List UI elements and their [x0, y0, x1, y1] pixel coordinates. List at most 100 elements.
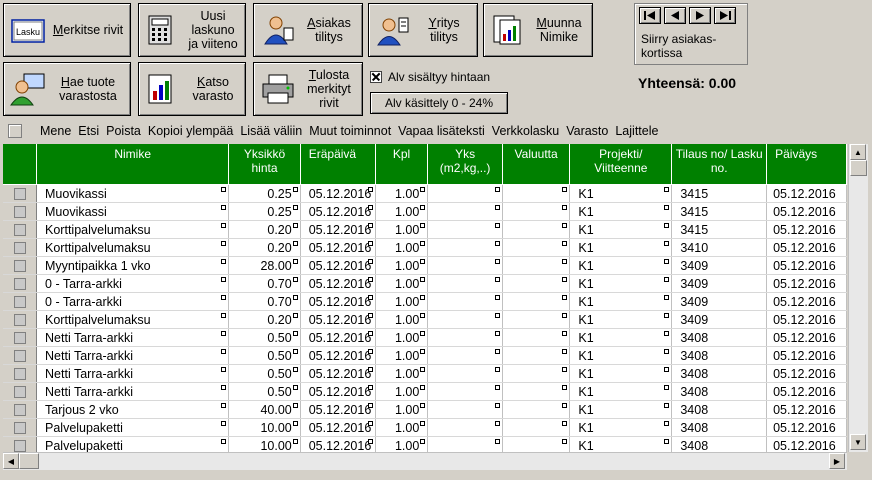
cell-unit[interactable]	[427, 310, 503, 329]
cell-quantity[interactable]: 1.00	[375, 202, 429, 221]
alv-handling-button[interactable]: Alv käsittely 0 - 24%	[370, 92, 508, 114]
cell-project[interactable]: K1	[569, 436, 673, 452]
scroll-right-button[interactable]: ▶	[829, 453, 845, 469]
table-row[interactable]: Myyntipaikka 1 vko 28.00 05.12.2016 1.00 K1 3…	[3, 256, 847, 275]
fetch-product-button[interactable]: Hae tuote varastosta	[3, 62, 131, 116]
cell-unit-price[interactable]: 0.25	[228, 184, 301, 203]
cell-date[interactable]: 05.12.2016	[766, 220, 847, 239]
row-selector[interactable]	[3, 328, 38, 347]
cell-date[interactable]: 05.12.2016	[766, 436, 847, 452]
row-select-box[interactable]	[13, 422, 26, 435]
cell-currency[interactable]	[502, 400, 571, 419]
cell-item[interactable]: Myyntipaikka 1 vko	[36, 256, 230, 275]
cell-date[interactable]: 05.12.2016	[766, 310, 847, 329]
horizontal-scrollbar[interactable]: ◀ ▶	[3, 452, 847, 470]
cell-unit[interactable]	[427, 292, 503, 311]
cell-unit[interactable]	[427, 436, 503, 452]
next-record-button[interactable]	[689, 7, 711, 24]
row-selector[interactable]	[3, 310, 38, 329]
convert-item-button[interactable]: Muunna Nimike	[483, 3, 593, 57]
row-select-box[interactable]	[13, 296, 26, 309]
cell-unit[interactable]	[427, 184, 503, 203]
cell-order-no[interactable]: 3408	[671, 400, 768, 419]
view-stock-button[interactable]: Katso varasto	[138, 62, 246, 116]
row-selector[interactable]	[3, 292, 38, 311]
cell-currency[interactable]	[502, 238, 571, 257]
cell-quantity[interactable]: 1.00	[375, 346, 429, 365]
table-row[interactable]: Netti Tarra-arkki 0.50 05.12.2016 1.00 K1 340…	[3, 382, 847, 401]
cell-date[interactable]: 05.12.2016	[766, 364, 847, 383]
cell-item[interactable]: Netti Tarra-arkki	[36, 382, 230, 401]
cell-order-no[interactable]: 3408	[671, 436, 768, 452]
header-project[interactable]: Projekti/ Viitteenne	[569, 144, 673, 185]
cell-currency[interactable]	[502, 346, 571, 365]
cell-project[interactable]: K1	[569, 238, 673, 257]
cell-order-no[interactable]: 3408	[671, 364, 768, 383]
cell-unit[interactable]	[427, 400, 503, 419]
horizontal-scroll-thumb[interactable]	[19, 453, 39, 469]
scroll-left-button[interactable]: ◀	[3, 453, 19, 469]
row-select-box[interactable]	[13, 242, 26, 255]
cell-unit-price[interactable]: 0.70	[228, 292, 301, 311]
cell-quantity[interactable]: 1.00	[375, 184, 429, 203]
cell-unit[interactable]	[427, 382, 503, 401]
cell-item[interactable]: 0 - Tarra-arkki	[36, 292, 230, 311]
cell-date[interactable]: 05.12.2016	[766, 274, 847, 293]
company-account-button[interactable]: Yritys tilitys	[368, 3, 478, 57]
menu-e-invoice[interactable]: Verkkolasku	[492, 124, 559, 138]
cell-date[interactable]: 05.12.2016	[766, 382, 847, 401]
cell-item[interactable]: Palvelupaketti	[36, 436, 230, 452]
cell-project[interactable]: K1	[569, 220, 673, 239]
row-selector[interactable]	[3, 436, 38, 452]
cell-order-no[interactable]: 3410	[671, 238, 768, 257]
cell-date[interactable]: 05.12.2016	[766, 346, 847, 365]
row-selector[interactable]	[3, 418, 38, 437]
header-order-no[interactable]: Tilaus no/ Lasku no.	[671, 144, 768, 185]
header-unit[interactable]: Yks (m2,kg,..)	[427, 144, 503, 185]
row-selector[interactable]	[3, 382, 38, 401]
cell-order-no[interactable]: 3409	[671, 310, 768, 329]
row-selector[interactable]	[3, 238, 38, 257]
cell-currency[interactable]	[502, 184, 571, 203]
menu-other-actions[interactable]: Muut toiminnot	[309, 124, 391, 138]
cell-unit-price[interactable]: 10.00	[228, 436, 301, 452]
cell-project[interactable]: K1	[569, 184, 673, 203]
row-selector[interactable]	[3, 256, 38, 275]
scroll-up-button[interactable]: ▲	[850, 144, 866, 160]
cell-order-no[interactable]: 3415	[671, 220, 768, 239]
cell-due-date[interactable]: 05.12.2016	[300, 382, 376, 401]
row-select-box[interactable]	[13, 188, 26, 201]
cell-project[interactable]: K1	[569, 202, 673, 221]
cell-quantity[interactable]: 1.00	[375, 256, 429, 275]
cell-due-date[interactable]: 05.12.2016	[300, 364, 376, 383]
header-date[interactable]: Päiväys	[766, 144, 847, 185]
cell-date[interactable]: 05.12.2016	[766, 400, 847, 419]
menu-goto[interactable]: Mene	[40, 124, 71, 138]
table-row[interactable]: Tarjous 2 vko 40.00 05.12.2016 1.00 K1 3408 05…	[3, 400, 847, 419]
cell-due-date[interactable]: 05.12.2016	[300, 274, 376, 293]
cell-unit-price[interactable]: 0.50	[228, 328, 301, 347]
cell-date[interactable]: 05.12.2016	[766, 328, 847, 347]
checkbox-box[interactable]	[370, 71, 382, 83]
cell-currency[interactable]	[502, 310, 571, 329]
cell-date[interactable]: 05.12.2016	[766, 292, 847, 311]
cell-quantity[interactable]: 1.00	[375, 310, 429, 329]
cell-project[interactable]: K1	[569, 400, 673, 419]
menu-search[interactable]: Etsi	[78, 124, 99, 138]
cell-item[interactable]: Tarjous 2 vko	[36, 400, 230, 419]
table-row[interactable]: Netti Tarra-arkki 0.50 05.12.2016 1.00 K1 340…	[3, 346, 847, 365]
row-select-box[interactable]	[13, 260, 26, 273]
vertical-scrollbar[interactable]: ▲ ▼	[848, 144, 868, 452]
cell-quantity[interactable]: 1.00	[375, 364, 429, 383]
table-row[interactable]: Netti Tarra-arkki 0.50 05.12.2016 1.00 K1 340…	[3, 328, 847, 347]
table-row[interactable]: Muovikassi 0.25 05.12.2016 1.00 K1 3415 05.12.…	[3, 184, 847, 203]
cell-project[interactable]: K1	[569, 274, 673, 293]
cell-item[interactable]: Muovikassi	[36, 184, 230, 203]
cell-quantity[interactable]: 1.00	[375, 238, 429, 257]
table-row[interactable]: 0 - Tarra-arkki 0.70 05.12.2016 1.00 K1 3409 0…	[3, 292, 847, 311]
cell-due-date[interactable]: 05.12.2016	[300, 310, 376, 329]
cell-due-date[interactable]: 05.12.2016	[300, 328, 376, 347]
cell-unit-price[interactable]: 28.00	[228, 256, 301, 275]
row-select-box[interactable]	[13, 332, 26, 345]
cell-project[interactable]: K1	[569, 418, 673, 437]
